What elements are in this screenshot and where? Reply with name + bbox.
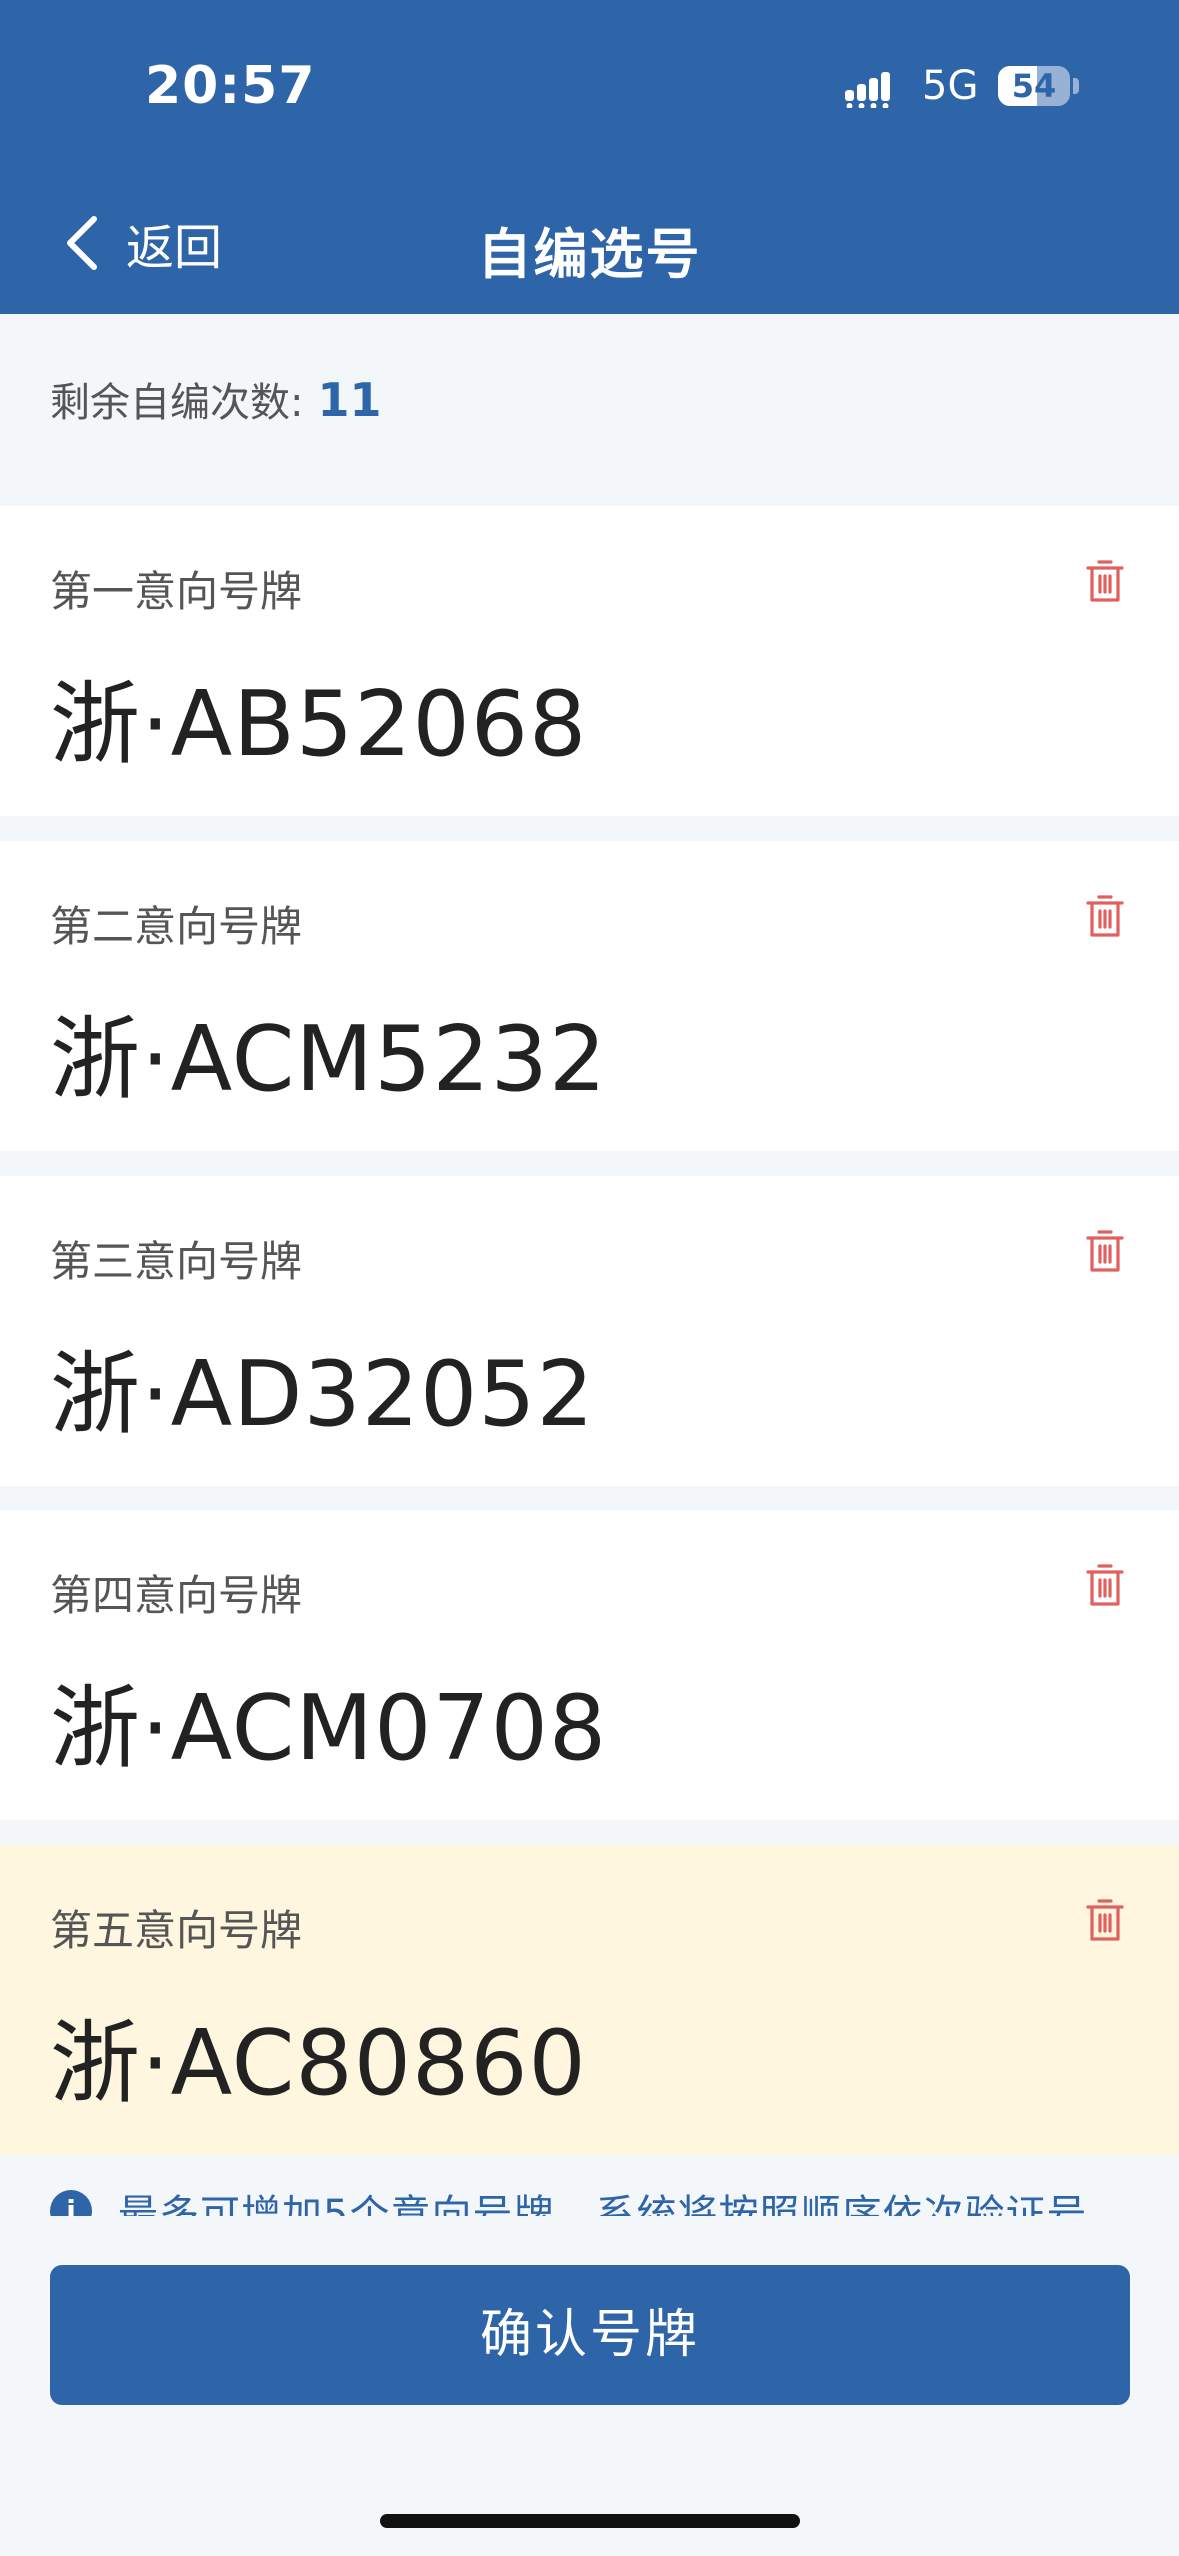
plate-card-2[interactable]: 第二意向号牌 浙·ACM5232 (0, 841, 1179, 1151)
battery-level: 54 (1011, 67, 1057, 105)
remaining-count-value: 11 (317, 373, 382, 427)
trash-icon[interactable] (1085, 1228, 1125, 1274)
remaining-count: 剩余自编次数: 11 (50, 370, 382, 428)
plate-number: 浙·ACM5232 (50, 1007, 608, 1112)
plate-card-4[interactable]: 第四意向号牌 浙·ACM0708 (0, 1510, 1179, 1820)
plate-label: 第三意向号牌 (50, 1237, 303, 1286)
trash-icon[interactable] (1085, 1897, 1125, 1943)
trash-icon[interactable] (1085, 1562, 1125, 1608)
signal-bars-icon (845, 72, 890, 108)
plate-card-1[interactable]: 第一意向号牌 浙·AB52068 (0, 506, 1179, 816)
plate-label: 第四意向号牌 (50, 1571, 303, 1620)
status-time: 20:57 (145, 56, 316, 116)
battery-icon: 54 (998, 66, 1070, 106)
remaining-count-label: 剩余自编次数: (50, 380, 304, 426)
plate-number: 浙·AC80860 (50, 2011, 587, 2116)
plate-number: 浙·AD32052 (50, 1342, 595, 1447)
plate-number: 浙·AB52068 (50, 672, 588, 777)
plate-card-5[interactable]: 第五意向号牌 浙·AC80860 (0, 1845, 1179, 2155)
confirm-plate-button[interactable]: 确认号牌 (50, 2265, 1130, 2405)
page-title: 自编选号 (477, 223, 702, 286)
home-indicator (380, 2514, 800, 2528)
trash-icon[interactable] (1085, 893, 1125, 939)
plate-label: 第二意向号牌 (50, 902, 303, 951)
info-icon: i (50, 2190, 92, 2216)
plate-label: 第一意向号牌 (50, 567, 303, 616)
header-bar: 20:57 5G 54 返回 自编选号 (0, 0, 1179, 314)
notice-text: 最多可增加5个意向号牌，系统将按照顺序依次验证号 (118, 2192, 1088, 2216)
plate-label: 第五意向号牌 (50, 1906, 303, 1955)
plate-number: 浙·ACM0708 (50, 1676, 608, 1781)
trash-icon[interactable] (1085, 558, 1125, 604)
plate-card-3[interactable]: 第三意向号牌 浙·AD32052 (0, 1176, 1179, 1486)
battery-tip (1073, 78, 1079, 94)
network-type: 5G (922, 63, 979, 109)
notice-bar: i 最多可增加5个意向号牌，系统将按照顺序依次验证号 (0, 2172, 1179, 2216)
